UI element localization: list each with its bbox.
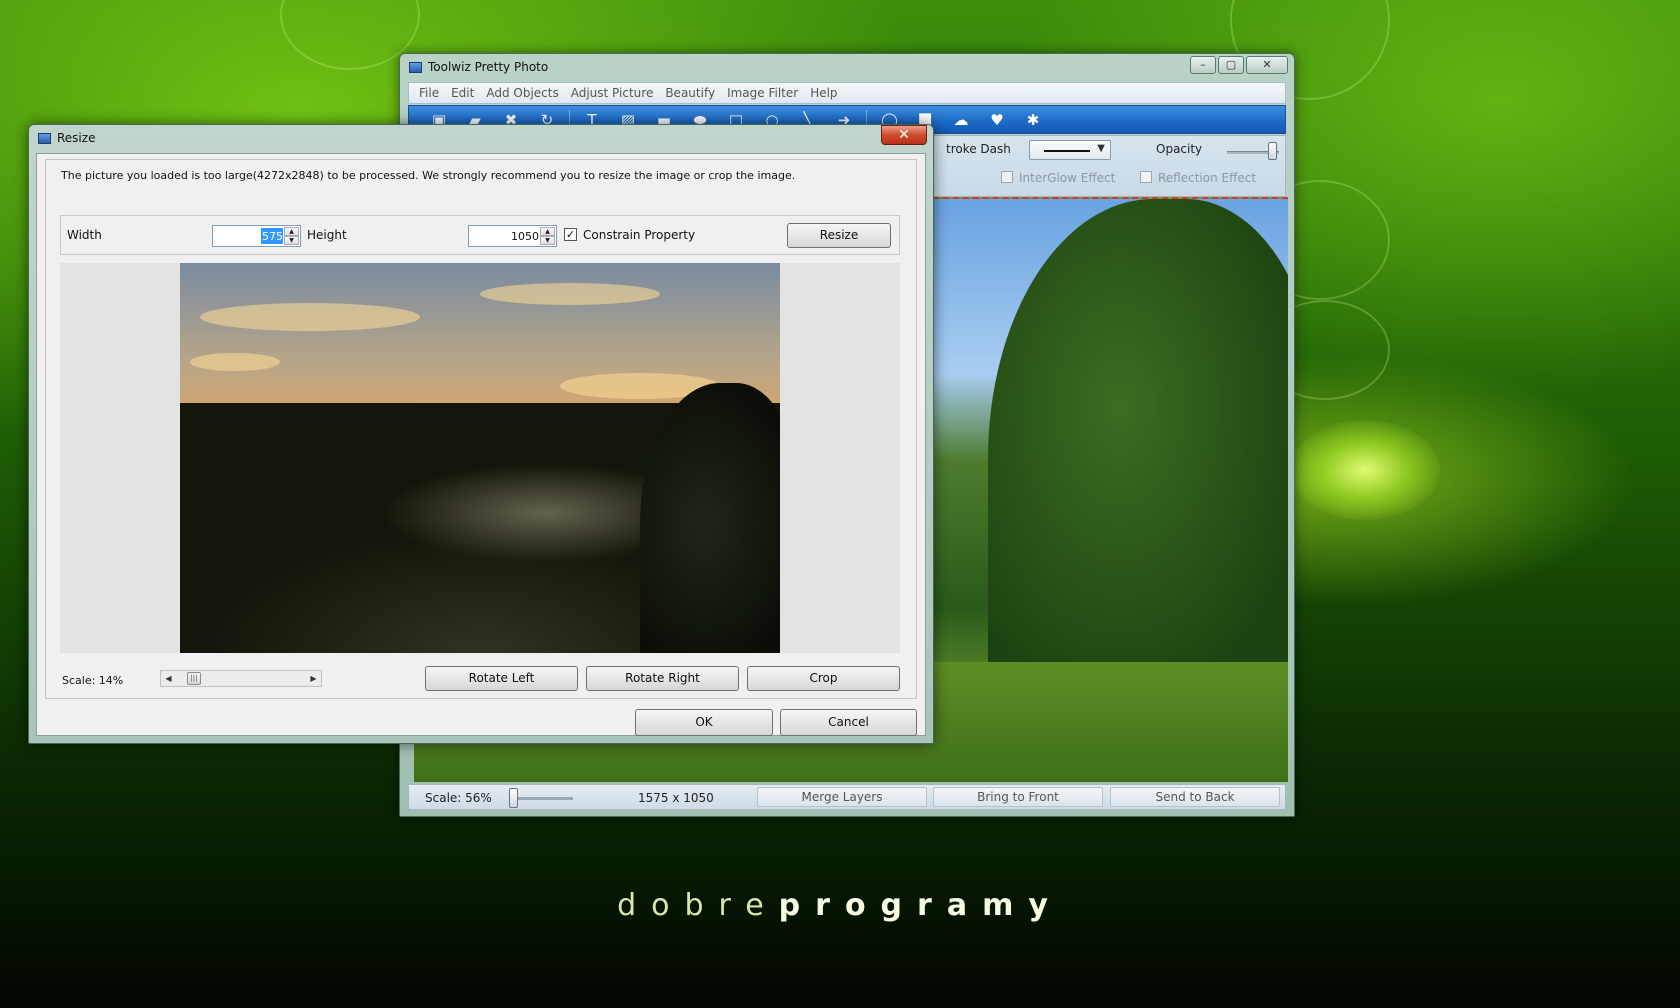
opacity-slider-thumb[interactable]	[1268, 142, 1277, 160]
dialog-title: Resize	[57, 131, 96, 145]
size-settings-bar: Width ▲ ▼ Height ▲ ▼ ✓ Con	[60, 215, 900, 255]
width-input[interactable]	[215, 228, 283, 244]
rotate-left-button[interactable]: Rotate Left	[425, 666, 578, 691]
zoom-slider-thumb[interactable]	[509, 788, 518, 808]
menu-bar: File Edit Add Objects Adjust Picture Bea…	[408, 82, 1286, 104]
preview-area	[60, 263, 900, 653]
puzzle-icon[interactable]: ✱	[1025, 112, 1041, 128]
branding-bold-text: programy	[778, 888, 1063, 923]
scroll-right-icon[interactable]: ▶	[306, 672, 321, 685]
resize-dialog: Resize ✕ The picture you loaded is too l…	[28, 124, 934, 744]
send-to-back-button[interactable]: Send to Back	[1110, 787, 1280, 807]
width-spinner[interactable]: ▲ ▼	[212, 225, 301, 247]
photo-cloud	[480, 283, 660, 305]
resize-button[interactable]: Resize	[787, 223, 891, 248]
menu-adjust-picture[interactable]: Adjust Picture	[571, 86, 654, 100]
window-title: Toolwiz Pretty Photo	[428, 60, 549, 74]
background-glow	[1290, 420, 1440, 520]
reflection-checkbox[interactable]	[1140, 171, 1152, 183]
image-dimensions: 1575 x 1050	[638, 791, 714, 805]
reflection-label: Reflection Effect	[1158, 171, 1257, 185]
app-icon	[409, 62, 422, 73]
minimize-button[interactable]: –	[1190, 56, 1216, 74]
width-label: Width	[67, 228, 102, 242]
spin-down-icon[interactable]: ▼	[284, 236, 299, 245]
scrollbar-thumb[interactable]: |||	[187, 672, 201, 685]
photo-cloud	[200, 303, 420, 331]
rotate-right-button[interactable]: Rotate Right	[586, 666, 739, 691]
dialog-body: The picture you loaded is too large(4272…	[36, 153, 926, 736]
status-bar: Scale: 56% 1575 x 1050 Merge Layers Brin…	[408, 784, 1286, 810]
branding-logo: dobreprogramy	[0, 888, 1680, 923]
dash-preview	[1044, 150, 1090, 152]
branding-light-text: dobre	[617, 888, 779, 923]
spin-up-icon[interactable]: ▲	[284, 227, 299, 236]
maximize-button[interactable]: ▢	[1218, 56, 1244, 74]
dialog-close-button[interactable]: ✕	[881, 125, 927, 145]
zoom-slider-track[interactable]	[513, 797, 573, 800]
width-spin-buttons[interactable]: ▲ ▼	[284, 227, 299, 245]
menu-image-filter[interactable]: Image Filter	[727, 86, 798, 100]
ok-button[interactable]: OK	[635, 709, 773, 736]
dialog-icon	[38, 133, 51, 144]
menu-file[interactable]: File	[419, 86, 439, 100]
merge-layers-button[interactable]: Merge Layers	[757, 787, 927, 807]
close-button[interactable]: ✕	[1246, 56, 1288, 74]
scale-scrollbar[interactable]: ◀ ||| ▶	[160, 670, 322, 687]
menu-edit[interactable]: Edit	[451, 86, 474, 100]
height-spin-buttons[interactable]: ▲ ▼	[540, 227, 555, 245]
height-input[interactable]	[471, 228, 539, 244]
preview-image	[180, 263, 780, 653]
warning-message: The picture you loaded is too large(4272…	[61, 169, 796, 182]
chevron-down-icon: ▼	[1097, 143, 1105, 154]
menu-help[interactable]: Help	[810, 86, 837, 100]
height-label: Height	[307, 228, 347, 242]
constrain-label: Constrain Property	[583, 228, 696, 242]
menu-beautify[interactable]: Beautify	[665, 86, 715, 100]
photo-cloud	[190, 353, 280, 371]
scroll-left-icon[interactable]: ◀	[161, 672, 176, 685]
preview-scale-label: Scale: 14%	[62, 674, 124, 687]
interglow-checkbox[interactable]	[1001, 171, 1013, 183]
cancel-button[interactable]: Cancel	[780, 709, 917, 736]
heart-bubble-icon[interactable]: ♥	[989, 112, 1005, 128]
interglow-label: InterGlow Effect	[1019, 171, 1116, 185]
spin-down-icon[interactable]: ▼	[540, 236, 555, 245]
crop-button[interactable]: Crop	[747, 666, 900, 691]
stroke-dash-label: troke Dash	[946, 142, 1011, 156]
canvas-photo-trees	[988, 199, 1288, 719]
resize-group-box: The picture you loaded is too large(4272…	[45, 159, 917, 699]
window-controls: – ▢ ✕	[1188, 56, 1288, 74]
spin-up-icon[interactable]: ▲	[540, 227, 555, 236]
constrain-checkbox[interactable]: ✓	[564, 228, 577, 241]
stroke-dash-select[interactable]: ▼	[1029, 140, 1111, 160]
zoom-scale-text: Scale: 56%	[425, 791, 492, 805]
bring-to-front-button[interactable]: Bring to Front	[933, 787, 1103, 807]
menu-add-objects[interactable]: Add Objects	[486, 86, 558, 100]
height-spinner[interactable]: ▲ ▼	[468, 225, 557, 247]
opacity-label: Opacity	[1156, 142, 1203, 156]
thought-bubble-icon[interactable]: ☁	[953, 112, 969, 128]
